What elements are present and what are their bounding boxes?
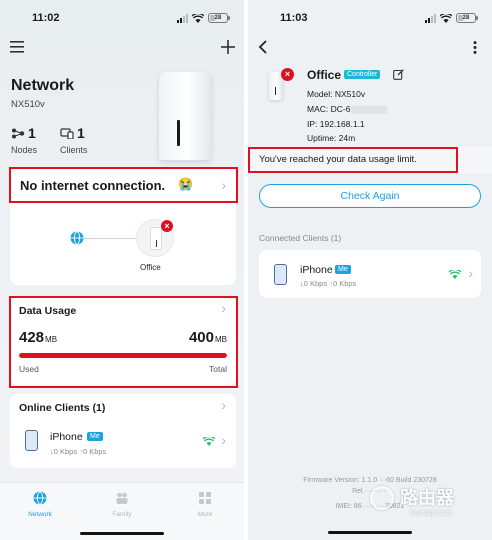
nodes-count: 1 — [28, 125, 36, 141]
controller-badge: Controller — [344, 70, 381, 79]
nodes-label: Nodes — [11, 145, 38, 155]
model-name: NX510v — [11, 99, 45, 110]
limit-highlight-box — [248, 147, 458, 173]
more-options-icon[interactable] — [473, 41, 477, 54]
node-device-icon — [150, 227, 162, 250]
me-badge: Me — [87, 432, 103, 441]
client-name: iPhone — [50, 431, 83, 443]
router-image — [159, 72, 211, 160]
nodes-icon — [12, 128, 25, 139]
page-title: Network — [11, 77, 75, 94]
online-clients-title: Online Clients (1) — [19, 402, 106, 414]
family-icon — [116, 492, 128, 504]
usage-highlight-box — [9, 296, 238, 388]
cellular-signal-icon — [425, 13, 436, 23]
phone-icon — [25, 430, 38, 451]
add-icon[interactable] — [221, 40, 235, 54]
hamburger-menu-icon[interactable] — [10, 41, 24, 53]
tab-more[interactable]: More — [185, 491, 225, 518]
tab-family[interactable]: Family — [102, 491, 142, 518]
connected-clients-title: Connected Clients (1) — [259, 233, 342, 243]
device-name: Office — [307, 68, 342, 82]
internet-globe-icon[interactable] — [70, 231, 84, 245]
watermark: 路由器 luyouqi.com — [370, 478, 485, 522]
clients-count: 1 — [77, 125, 85, 141]
edit-icon[interactable] — [393, 69, 404, 80]
status-bar: 11:03 28 — [248, 10, 492, 26]
online-clients-card: Online Clients (1) › iPhone Me ↓0 Kbps ↑… — [10, 394, 236, 468]
alert-highlight-box — [9, 167, 238, 203]
grid-icon — [199, 492, 211, 504]
phone-icon — [274, 264, 287, 285]
topology-line — [84, 238, 136, 239]
clients-label: Clients — [60, 145, 88, 155]
tab-family-label: Family — [112, 511, 132, 518]
network-screen: 11:02 28 Network NX510v 1 Nodes 1 Client… — [0, 0, 244, 540]
watermark-site: luyouqi.com — [410, 508, 453, 517]
tab-network-label: Network — [28, 511, 52, 518]
status-bar: 11:02 28 — [0, 10, 244, 26]
device-uptime: Uptime: 24m — [307, 133, 356, 143]
watermark-logo-icon — [370, 486, 394, 510]
chevron-right-icon: › — [468, 265, 473, 281]
device-detail-screen: 11:03 28 × Office Controller Model: NX51… — [248, 0, 492, 540]
client-row[interactable]: iPhone Me ↓0 Kbps ↑0 Kbps › — [10, 426, 236, 462]
device-mac: MAC: DC-6 — [307, 104, 388, 114]
device-model: Model: NX510v — [307, 89, 366, 99]
back-arrow-icon[interactable] — [258, 40, 267, 54]
status-time: 11:02 — [32, 12, 60, 24]
office-node-label: Office — [140, 263, 161, 272]
network-globe-icon — [33, 491, 47, 505]
chevron-right-icon: › — [221, 432, 226, 448]
offline-badge-icon: × — [281, 68, 294, 81]
client-name: iPhone — [300, 264, 333, 276]
client-speed: ↓0 Kbps ↑0 Kbps — [50, 447, 107, 456]
client-speed: ↓0 Kbps ↑0 Kbps — [300, 279, 357, 288]
device-ip: IP: 192.168.1.1 — [307, 119, 365, 129]
cellular-signal-icon — [177, 13, 188, 23]
check-again-button[interactable]: Check Again — [259, 184, 481, 208]
wifi-signal-icon — [449, 270, 461, 279]
mac-redaction — [351, 105, 388, 114]
me-badge: Me — [335, 265, 351, 274]
client-card[interactable]: iPhone Me ↓0 Kbps ↑0 Kbps › — [259, 250, 481, 298]
tab-network[interactable]: Network — [20, 491, 60, 518]
battery-icon: 28 — [456, 13, 478, 23]
wifi-signal-icon — [203, 437, 215, 446]
wifi-icon — [440, 13, 452, 23]
home-indicator — [328, 531, 412, 534]
chevron-right-icon[interactable]: › — [221, 397, 226, 413]
watermark-brand: 路由器 — [400, 488, 454, 508]
tab-more-label: More — [197, 511, 213, 518]
clients-icon — [60, 128, 74, 139]
wifi-icon — [192, 13, 204, 23]
battery-icon: 28 — [208, 13, 230, 23]
offline-badge-icon: × — [161, 220, 173, 232]
status-time: 11:03 — [280, 12, 308, 24]
home-indicator — [80, 532, 164, 535]
tab-bar: Network Family More — [0, 482, 244, 540]
